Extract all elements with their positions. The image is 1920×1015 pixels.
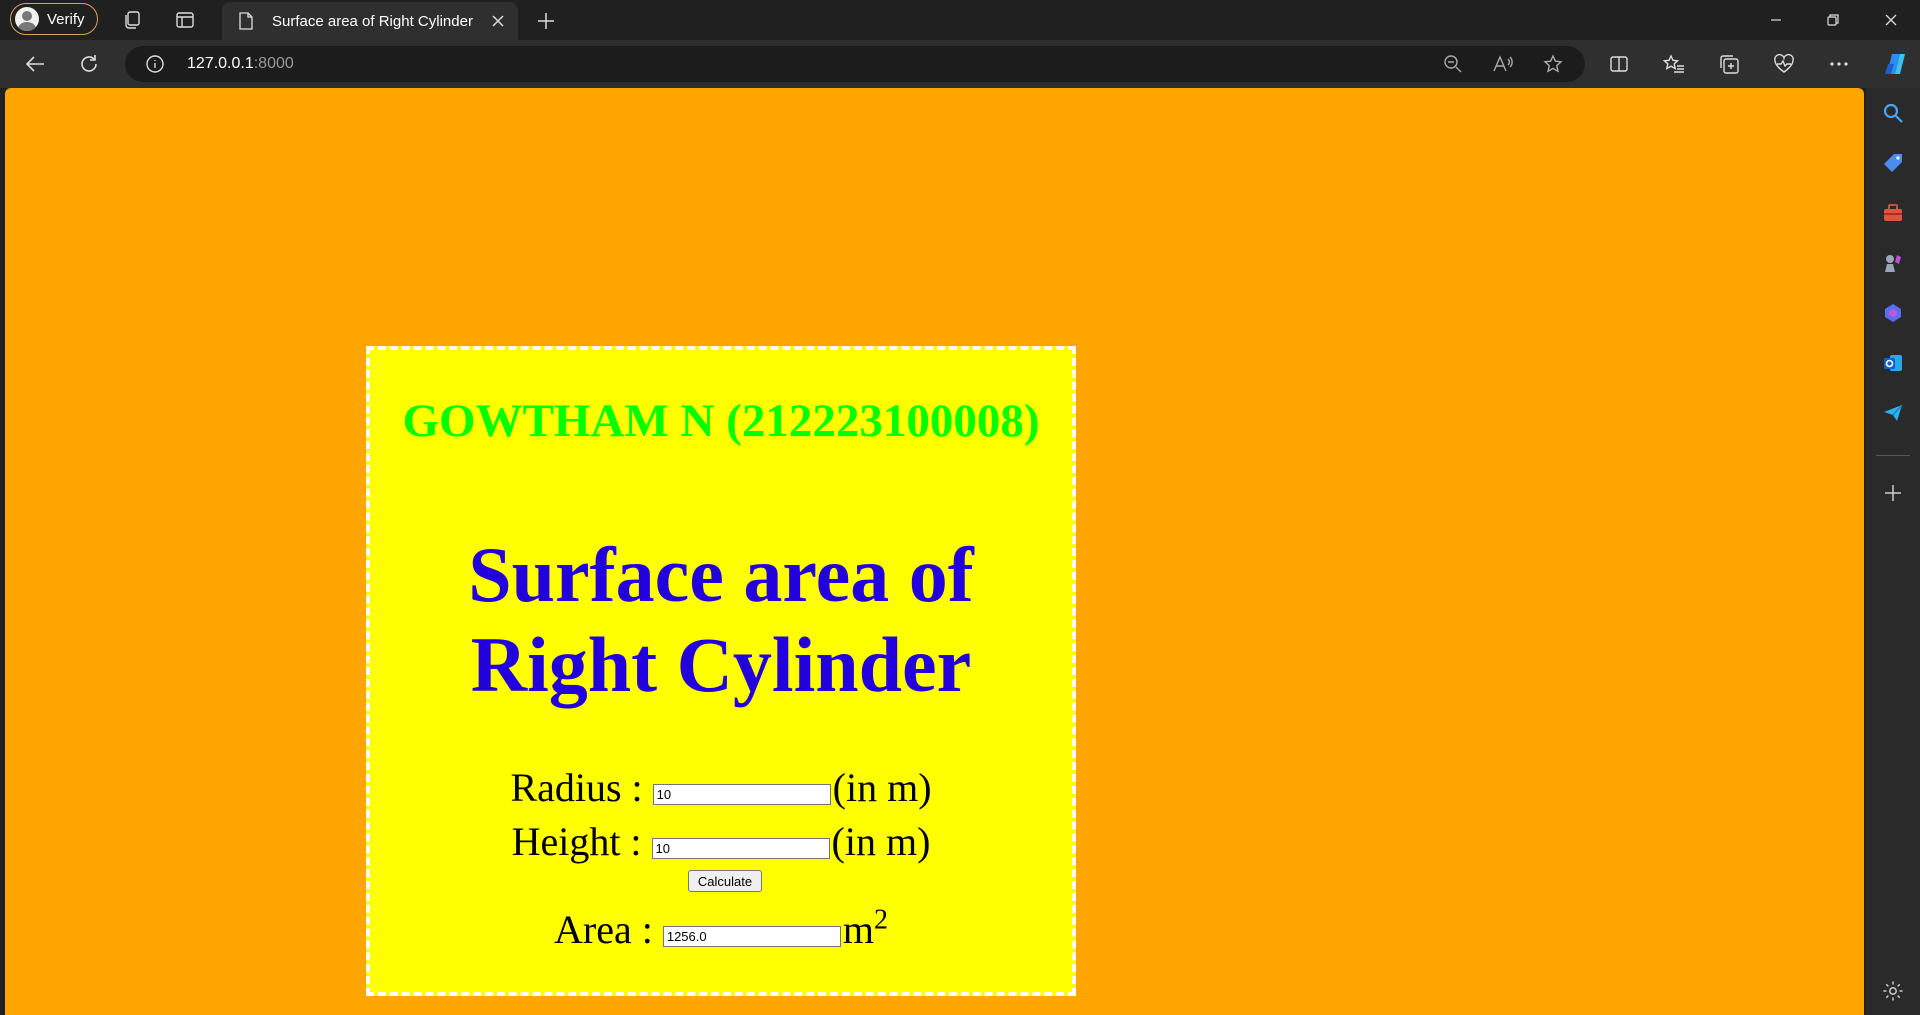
page-title-line-1: Surface area of <box>468 531 974 618</box>
radius-input[interactable] <box>652 783 831 805</box>
games-icon[interactable] <box>1880 250 1906 276</box>
radius-row: Radius : (in m) <box>370 768 1072 808</box>
microsoft-365-icon[interactable] <box>1880 300 1906 326</box>
area-label: Area : <box>554 907 653 952</box>
split-screen-icon[interactable] <box>1606 51 1632 77</box>
restore-icon[interactable] <box>1810 6 1856 34</box>
outlook-icon[interactable] <box>1880 350 1906 376</box>
area-unit-power: 2 <box>873 904 888 936</box>
profile-label: Verify <box>47 10 85 28</box>
site-info-icon[interactable] <box>145 54 165 74</box>
area-row: Area : m2 <box>370 906 1072 952</box>
profile-button[interactable]: Verify <box>10 3 98 35</box>
favorites-icon[interactable] <box>1661 51 1687 77</box>
height-label: Height : <box>511 819 642 864</box>
tab-actions-icon[interactable] <box>173 8 197 32</box>
page-title: Surface area of Right Cylinder <box>370 530 1072 710</box>
zoom-out-icon[interactable] <box>1442 53 1464 75</box>
browser-essentials-icon[interactable] <box>1771 51 1797 77</box>
sidebar-settings-gear-icon[interactable] <box>1880 978 1906 1004</box>
area-unit-base: m <box>842 907 874 952</box>
browser-title-bar: Verify Surface area of Right Cylinder <box>0 0 1920 40</box>
height-unit: (in m) <box>831 819 931 864</box>
height-input[interactable] <box>651 837 830 859</box>
tools-briefcase-icon[interactable] <box>1880 200 1906 226</box>
radius-unit: (in m) <box>832 765 932 810</box>
sidebar-divider <box>1876 455 1910 456</box>
workspaces-icon[interactable] <box>120 8 144 32</box>
read-aloud-icon[interactable] <box>1492 53 1514 75</box>
tab-title: Surface area of Right Cylinder <box>272 12 473 30</box>
page-viewport: GOWTHAM N (212223100008) Surface area of… <box>5 88 1864 1015</box>
edge-sidebar <box>1866 88 1920 1015</box>
new-tab-icon[interactable] <box>533 8 559 34</box>
area-output[interactable] <box>662 925 841 947</box>
back-icon[interactable] <box>21 50 49 78</box>
navigation-bar: 127.0.0.1:8000 <box>0 40 1920 88</box>
tab-active[interactable]: Surface area of Right Cylinder <box>222 2 518 40</box>
address-bar[interactable]: 127.0.0.1:8000 <box>125 46 1585 82</box>
shopping-tag-icon[interactable] <box>1880 150 1906 176</box>
url-host: 127.0.0.1 <box>187 55 254 72</box>
height-row: Height : (in m) <box>370 822 1072 862</box>
close-window-icon[interactable] <box>1868 6 1914 34</box>
close-tab-icon[interactable] <box>486 9 510 33</box>
send-icon[interactable] <box>1880 400 1906 426</box>
calculate-button[interactable]: Calculate <box>688 870 762 892</box>
add-sidebar-app-icon[interactable] <box>1880 480 1906 506</box>
student-name: GOWTHAM N (212223100008) <box>402 395 1040 447</box>
page-icon <box>234 9 258 33</box>
minimize-icon[interactable] <box>1753 6 1799 34</box>
radius-label: Radius : <box>510 765 643 810</box>
area-unit: m2 <box>842 906 888 952</box>
more-menu-icon[interactable] <box>1826 51 1852 77</box>
search-icon[interactable] <box>1880 100 1906 126</box>
url-port: :8000 <box>253 55 294 72</box>
refresh-icon[interactable] <box>75 50 103 78</box>
copilot-icon[interactable] <box>1880 49 1910 79</box>
collections-icon[interactable] <box>1716 51 1742 77</box>
page-title-line-2: Right Cylinder <box>470 621 972 708</box>
calculator-card: GOWTHAM N (212223100008) Surface area of… <box>366 346 1076 996</box>
avatar <box>15 7 39 31</box>
url-text: 127.0.0.1:8000 <box>187 55 294 73</box>
favorite-star-icon[interactable] <box>1542 53 1564 75</box>
